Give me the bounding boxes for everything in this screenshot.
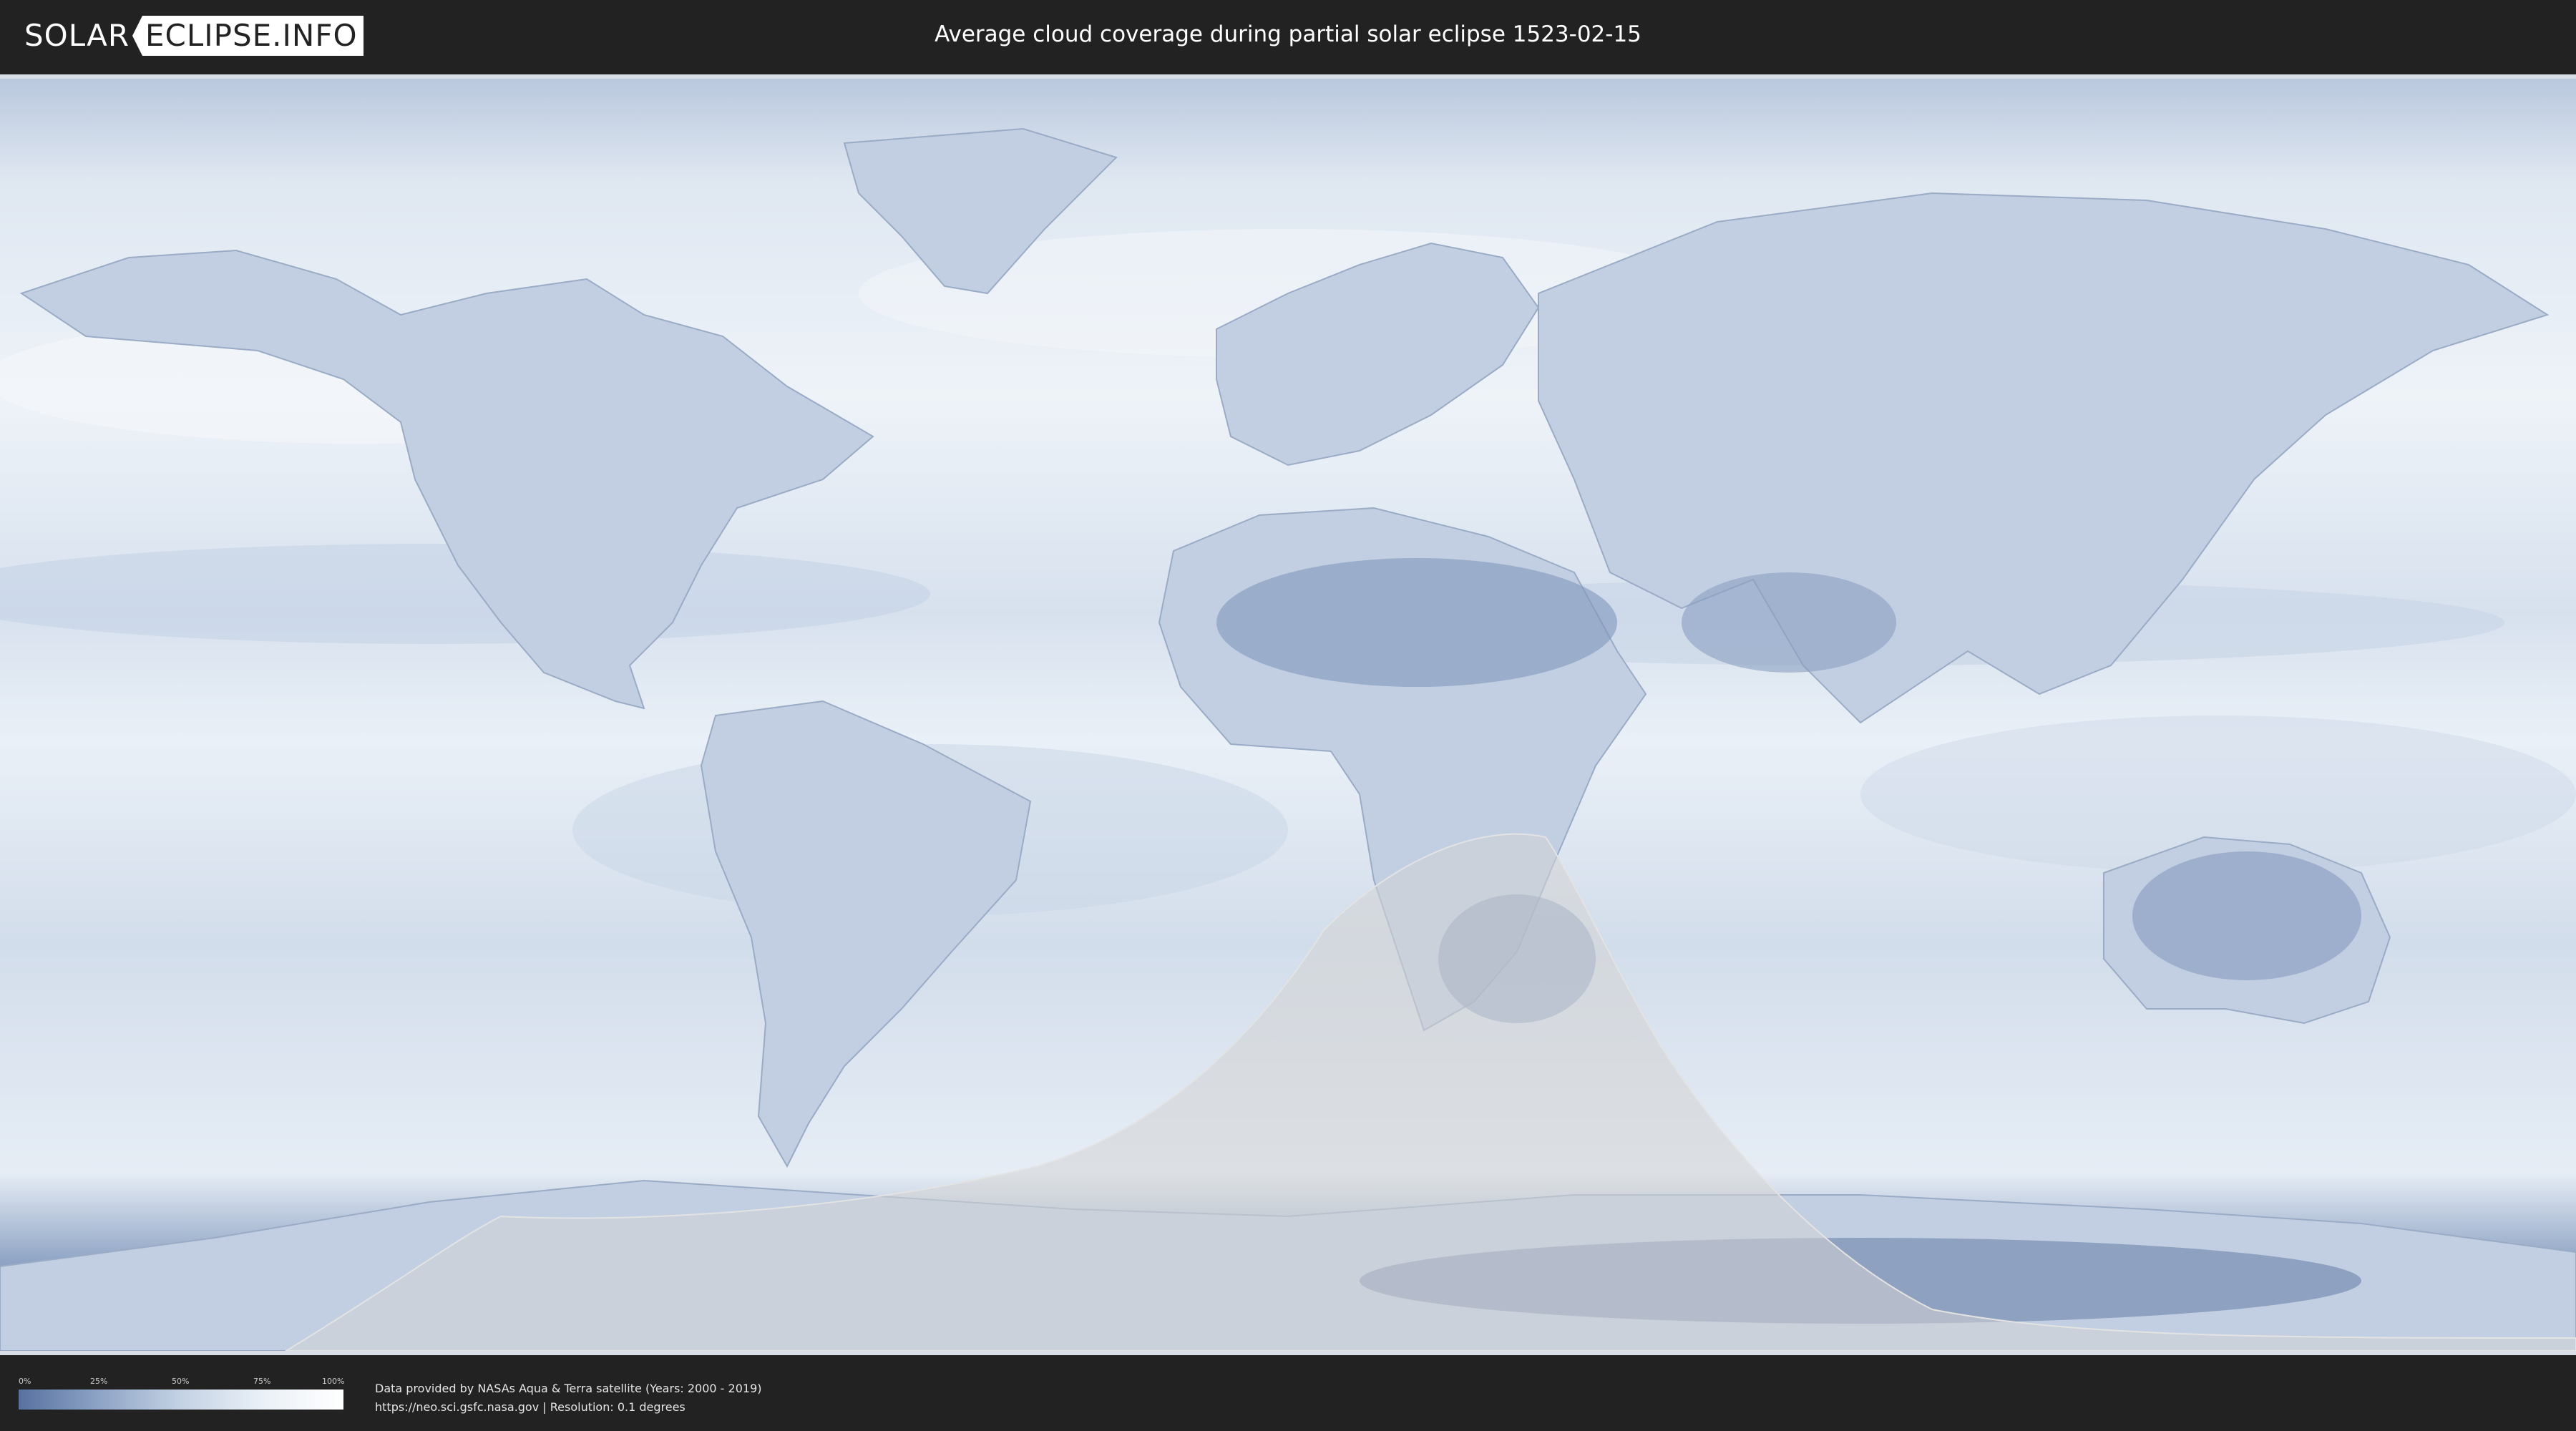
credits-line-1: Data provided by NASAs Aqua & Terra sate… bbox=[375, 1382, 762, 1395]
legend-tick-75: 75% bbox=[253, 1377, 271, 1386]
header-bar: SOLAR ECLIPSE.INFO Average cloud coverag… bbox=[0, 0, 2576, 72]
world-map-svg bbox=[0, 79, 2576, 1351]
credits-line-2: https://neo.sci.gsfc.nasa.gov | Resoluti… bbox=[375, 1400, 686, 1414]
footer-bar: 0% 25% 50% 75% 100% Data provided by NAS… bbox=[0, 1358, 2576, 1431]
page-title: Average cloud coverage during partial so… bbox=[935, 21, 1641, 47]
legend-tick-50: 50% bbox=[172, 1377, 190, 1386]
legend-tick-0: 0% bbox=[19, 1377, 31, 1386]
legend-ticks: 0% 25% 50% 75% 100% bbox=[19, 1377, 345, 1387]
legend-tick-25: 25% bbox=[90, 1377, 108, 1386]
cloud-coverage-map bbox=[0, 74, 2576, 1355]
legend-gradient-bar bbox=[19, 1390, 343, 1410]
data-credits: Data provided by NASAs Aqua & Terra sate… bbox=[375, 1379, 762, 1417]
legend-tick-100: 100% bbox=[322, 1377, 345, 1386]
cloud-coverage-legend: 0% 25% 50% 75% 100% bbox=[19, 1377, 345, 1412]
